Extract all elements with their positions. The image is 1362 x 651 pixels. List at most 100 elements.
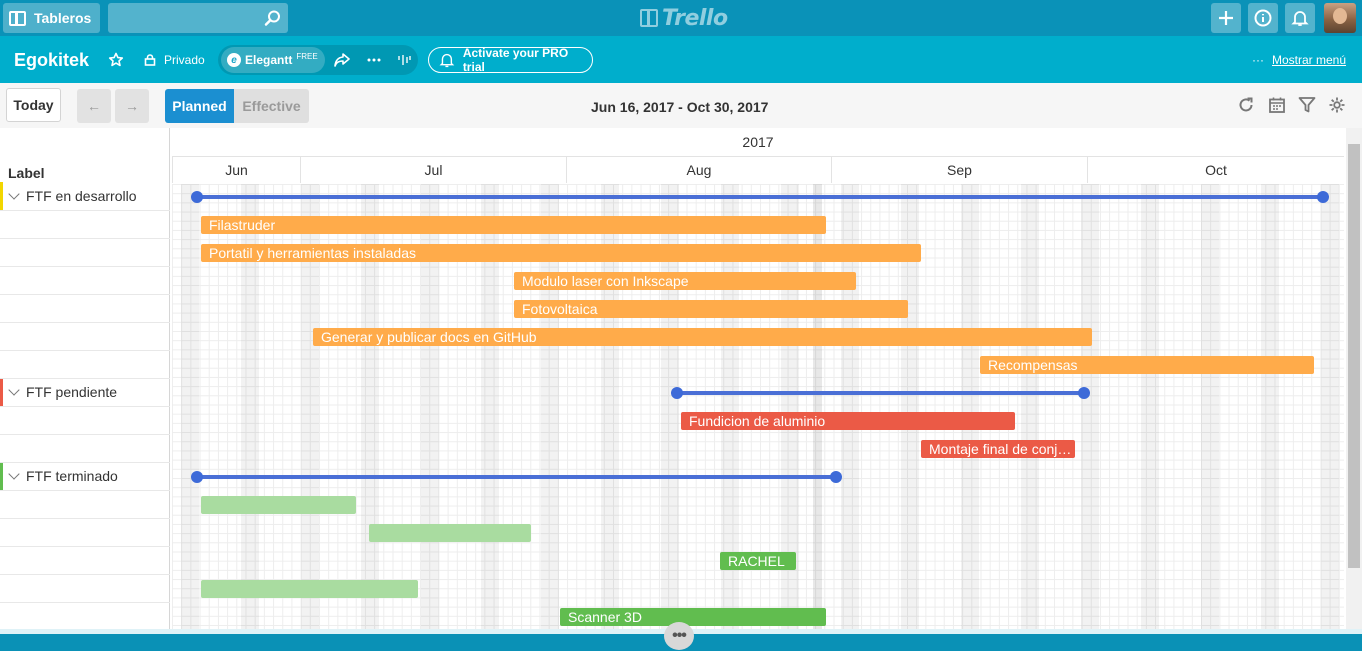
year-header: 2017 (172, 128, 1344, 157)
avatar[interactable] (1324, 3, 1356, 33)
chevron-down-icon[interactable] (8, 384, 20, 396)
task-bar[interactable]: Filastruder (201, 216, 826, 234)
notifications-button[interactable] (1285, 3, 1315, 33)
show-menu-link[interactable]: ··· Mostrar menú (1252, 53, 1346, 67)
row-divider (0, 294, 170, 295)
scrollbar-thumb[interactable] (1348, 144, 1360, 568)
trello-logo-text: Trello (662, 5, 728, 31)
summary-start-handle[interactable] (671, 387, 683, 399)
task-bar[interactable]: Generar y publicar docs en GitHub (313, 328, 1092, 346)
row-divider (0, 602, 170, 603)
row-divider (0, 518, 170, 519)
month-jul: Jul (300, 157, 566, 183)
star-icon[interactable] (108, 52, 124, 68)
boards-button[interactable]: Tableros (3, 3, 100, 33)
boards-label: Tableros (34, 10, 92, 26)
task-bar[interactable]: Montaje final de conj… (921, 440, 1075, 458)
pro-trial-button[interactable]: Activate your PRO trial (428, 46, 593, 74)
elegantt-icon: e (227, 53, 241, 67)
summary-start-handle[interactable] (191, 191, 203, 203)
task-bar[interactable]: Fundicion de aluminio (681, 412, 1015, 430)
trello-logo-icon (640, 9, 658, 27)
share-icon (334, 53, 350, 67)
month-aug: Aug (566, 157, 831, 183)
task-bar[interactable]: Scanner 3D (560, 608, 826, 626)
top-header: Tableros Trello (0, 0, 1362, 36)
task-bar[interactable]: Modulo laser con Inkscape (514, 272, 856, 290)
task-bar[interactable] (369, 524, 531, 542)
weekend-column (181, 184, 199, 634)
gantt-panel: Today ← → Planned Effective Jun 16, 2017… (0, 83, 1362, 634)
row-divider (0, 490, 170, 491)
share-button[interactable] (328, 47, 356, 73)
row-divider (0, 378, 170, 379)
info-button[interactable] (1248, 3, 1278, 33)
filter-icon[interactable] (1298, 96, 1316, 114)
board-title[interactable]: Egokitek (14, 50, 89, 71)
summary-bar[interactable] (677, 391, 1085, 395)
gantt-toolbar: Today ← → Planned Effective Jun 16, 2017… (0, 83, 1362, 128)
prev-button[interactable]: ← (77, 89, 111, 123)
elegantt-button[interactable]: e Elegantt FREE (221, 47, 325, 73)
row-divider (0, 266, 170, 267)
summary-end-handle[interactable] (830, 471, 842, 483)
weekend-column (1081, 184, 1099, 634)
task-bar[interactable]: Recompensas (980, 356, 1314, 374)
more-icon (367, 58, 381, 62)
weekend-column (1261, 184, 1279, 634)
group-label-pendiente[interactable]: FTF pendiente (0, 378, 170, 406)
show-menu-label: Mostrar menú (1272, 53, 1347, 67)
pro-trial-label: Activate your PRO trial (462, 46, 569, 74)
chevron-down-icon[interactable] (8, 188, 20, 200)
row-divider (0, 546, 170, 547)
vertical-scrollbar[interactable] (1346, 128, 1362, 631)
gantt-grid[interactable]: Filastruder Portatil y herramientas inst… (172, 184, 1344, 634)
weekend-column (1021, 184, 1039, 634)
task-bar[interactable]: Portatil y herramientas instaladas (201, 244, 921, 262)
search-input[interactable] (108, 3, 288, 33)
today-button[interactable]: Today (6, 88, 61, 122)
row-divider (0, 322, 170, 323)
bell-icon (1291, 11, 1309, 26)
privacy-button[interactable]: Privado (144, 53, 205, 67)
gantt-chart: 2017 Jun Jul Aug Sep Oct Filastruder Por… (172, 128, 1362, 634)
task-bar[interactable] (201, 580, 418, 598)
summary-bar[interactable] (196, 195, 1323, 199)
search-icon[interactable] (264, 9, 282, 27)
row-divider (0, 350, 170, 351)
settings-icon[interactable] (1328, 96, 1346, 114)
info-icon (1254, 9, 1272, 27)
group-label-text: FTF pendiente (26, 384, 118, 400)
calendar-icon[interactable] (1268, 96, 1286, 114)
resize-handle[interactable]: ••• (664, 622, 694, 650)
tab-planned[interactable]: Planned (165, 89, 234, 123)
group-label-text: FTF terminado (26, 468, 118, 484)
tab-effective[interactable]: Effective (234, 89, 309, 123)
label-column-header: Label (8, 165, 45, 181)
task-bar[interactable]: RACHEL (720, 552, 796, 570)
row-divider (0, 434, 170, 435)
refresh-icon[interactable] (1237, 96, 1255, 114)
summary-end-handle[interactable] (1317, 191, 1329, 203)
next-button[interactable]: → (115, 89, 149, 123)
gantt-icon (398, 55, 411, 65)
group-label-desarrollo[interactable]: FTF en desarrollo (0, 182, 170, 210)
trello-logo[interactable]: Trello (640, 4, 728, 32)
summary-bar[interactable] (196, 475, 836, 479)
summary-end-handle[interactable] (1078, 387, 1090, 399)
task-bar[interactable]: Fotovoltaica (514, 300, 908, 318)
date-range: Jun 16, 2017 - Oct 30, 2017 (591, 99, 769, 115)
add-button[interactable] (1211, 3, 1241, 33)
row-divider (0, 210, 170, 211)
add-icon (1219, 11, 1233, 25)
group-label-terminado[interactable]: FTF terminado (0, 462, 170, 490)
weekend-column (1201, 184, 1219, 634)
chevron-down-icon[interactable] (8, 468, 20, 480)
month-oct: Oct (1087, 157, 1344, 183)
summary-start-handle[interactable] (191, 471, 203, 483)
task-bar[interactable] (201, 496, 356, 514)
row-divider (0, 462, 170, 463)
weekend-column (1141, 184, 1159, 634)
gantt-toggle-button[interactable] (390, 47, 418, 73)
more-options-button[interactable] (360, 47, 388, 73)
